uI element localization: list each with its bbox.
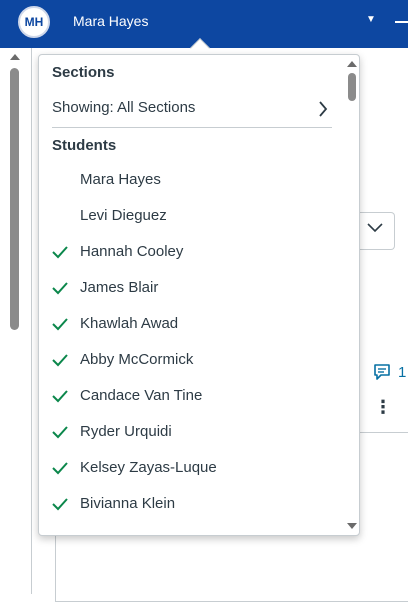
showing-sections-item[interactable]: Showing: All Sections [39,93,343,129]
menu-scrollbar-thumb[interactable] [348,73,356,101]
sections-header: Sections [52,64,115,81]
top-navigation-bar: MH Mara Hayes ▼ [0,0,408,48]
checkmark-icon [52,498,68,511]
checkmark-icon [52,282,68,295]
checkmark-icon [52,426,68,439]
caret-down-icon[interactable]: ▼ [366,14,376,25]
student-name: Hannah Cooley [80,243,184,260]
menu-scroll-down-arrow[interactable] [347,523,357,529]
student-name: Levi Dieguez [80,207,167,224]
checkmark-icon [52,246,68,259]
student-item[interactable]: Kelsey Zayas-Luque [39,451,343,487]
page-scrollbar-thumb[interactable] [10,68,19,330]
kebab-menu-icon[interactable]: ⋮ [374,398,392,416]
page-scroll-up-arrow[interactable] [10,54,20,60]
menu-scroll-up-arrow[interactable] [347,61,357,67]
students-header: Students [52,137,117,154]
student-item[interactable]: Hannah Cooley [39,235,343,271]
student-item[interactable]: Ryder Urquidi [39,415,343,451]
chevron-right-icon [319,101,328,117]
student-item[interactable]: James Blair [39,271,343,307]
student-name: Kelsey Zayas-Luque [80,459,217,476]
comment-count[interactable]: 1 [398,364,406,381]
checkmark-icon [52,462,68,475]
student-item[interactable]: Candace Van Tine [39,379,343,415]
user-avatar[interactable]: MH [18,6,50,38]
comment-icon[interactable] [373,363,391,381]
student-item[interactable]: Khawlah Awad [39,307,343,343]
chevron-down-icon[interactable] [367,223,383,233]
menu-dash-icon[interactable] [395,21,408,23]
user-name-label[interactable]: Mara Hayes [73,13,148,29]
checkmark-icon [52,318,68,331]
student-item[interactable]: Bivianna Klein [39,487,343,523]
student-item[interactable]: Abby McCormick [39,343,343,379]
students-list: Mara Hayes Levi Dieguez Hannah Cooley James… [39,163,343,523]
student-name: Mara Hayes [80,171,161,188]
student-name: Candace Van Tine [80,387,203,404]
student-item[interactable]: Mara Hayes [39,163,343,199]
checkmark-icon [52,390,68,403]
student-name: Khawlah Awad [80,315,179,332]
student-name: Ryder Urquidi [80,423,172,440]
checkmark-icon [52,354,68,367]
student-name: Abby McCormick [80,351,194,368]
showing-sections-label: Showing: All Sections [52,99,196,116]
student-item[interactable]: Levi Dieguez [39,199,343,235]
student-selector-menu: Sections Showing: All Sections Students … [38,54,360,536]
student-name: James Blair [80,279,159,296]
student-name: Bivianna Klein [80,495,176,512]
menu-divider [52,127,332,128]
